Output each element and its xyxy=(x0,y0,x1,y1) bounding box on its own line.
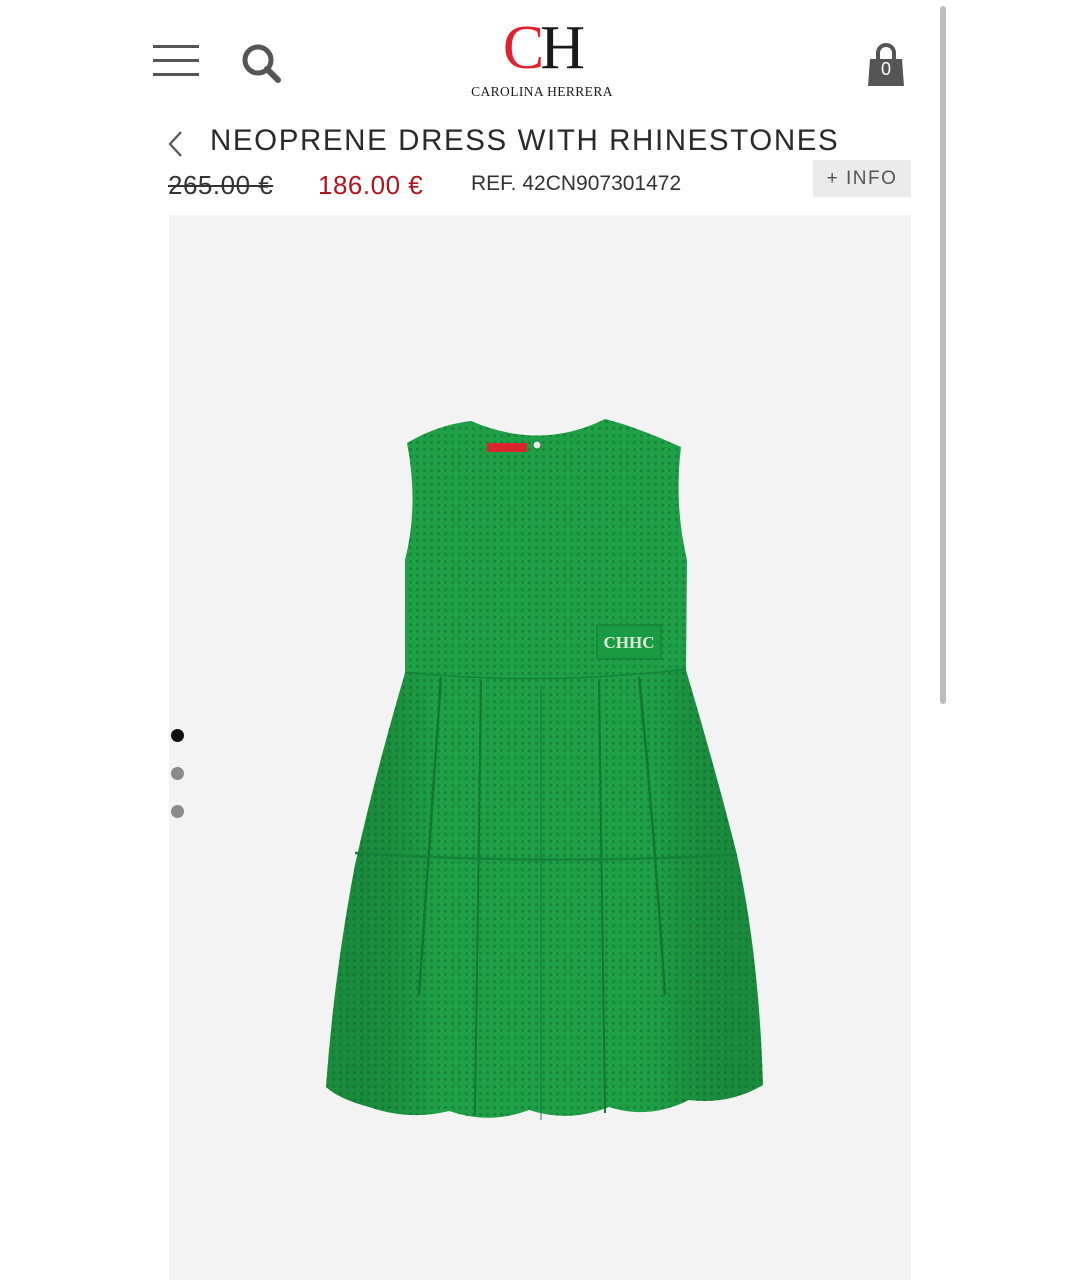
product-image[interactable]: CHHC xyxy=(169,215,911,1280)
search-icon[interactable] xyxy=(240,42,282,84)
brand-logo[interactable]: CH CAROLINA HERRERA xyxy=(462,14,622,104)
gallery-dot-3[interactable] xyxy=(171,805,184,818)
product-page: CH CAROLINA HERRERA 0 NEOPRENE DRESS WIT… xyxy=(0,0,1080,1280)
logo-monogram: CH xyxy=(502,14,585,82)
info-button[interactable]: + INFO xyxy=(813,160,911,197)
gallery-dot-1[interactable] xyxy=(171,729,184,742)
gallery-dot-2[interactable] xyxy=(171,767,184,780)
scrollbar[interactable] xyxy=(940,6,946,704)
original-price: 265.00 € xyxy=(168,170,274,200)
menu-icon[interactable] xyxy=(153,45,199,77)
logo-wordmark: CAROLINA HERRERA xyxy=(471,84,613,99)
dress-plaque-text: CHHC xyxy=(604,633,655,652)
product-title: NEOPRENE DRESS WITH RHINESTONES xyxy=(210,124,840,157)
cart-count: 0 xyxy=(880,59,891,79)
back-chevron-icon[interactable] xyxy=(166,130,186,158)
shopping-bag-icon[interactable]: 0 xyxy=(866,42,906,88)
sale-price: 186.00 € xyxy=(318,170,424,200)
dress-illustration: CHHC xyxy=(326,419,763,1120)
product-reference: REF. 42CN907301472 xyxy=(471,172,682,195)
